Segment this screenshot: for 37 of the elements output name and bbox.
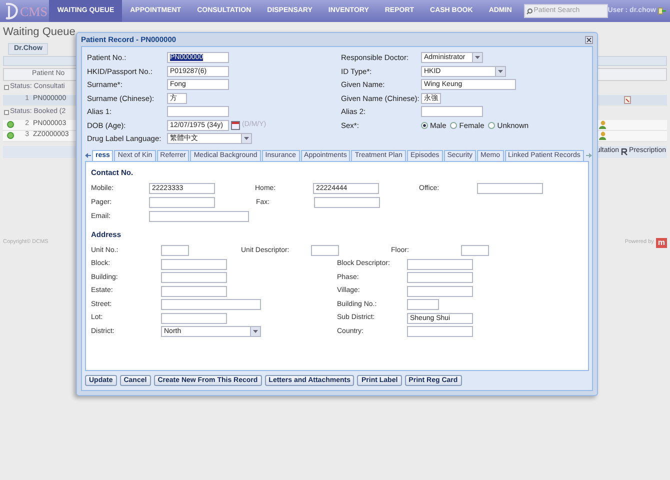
- logout-icon[interactable]: [658, 7, 666, 15]
- note-icon[interactable]: [624, 96, 631, 104]
- input-field[interactable]: [161, 258, 227, 270]
- caret-icon: [474, 54, 481, 62]
- input-field[interactable]: [314, 197, 380, 208]
- logo-mark-icon: [4, 2, 20, 20]
- input-field[interactable]: [161, 286, 227, 297]
- input-field[interactable]: [407, 286, 473, 297]
- prescription-icon: [621, 148, 628, 156]
- logo-text: CMS: [20, 4, 48, 18]
- input-field[interactable]: [149, 211, 249, 222]
- caret-icon: [252, 328, 259, 336]
- input-field[interactable]: [407, 326, 473, 338]
- search-icon: [526, 8, 533, 15]
- calendar-icon[interactable]: [231, 120, 240, 130]
- input-field[interactable]: [167, 106, 229, 118]
- input-field[interactable]: [421, 106, 483, 118]
- input-field[interactable]: [161, 245, 189, 256]
- input-field[interactable]: [161, 312, 227, 324]
- input-field[interactable]: [161, 272, 227, 284]
- collapse-icon[interactable]: [4, 110, 9, 115]
- brand-logo: m: [656, 238, 667, 248]
- page-title: Waiting Queue: [3, 25, 76, 40]
- input-field[interactable]: [477, 183, 543, 194]
- input-field[interactable]: [161, 299, 261, 310]
- input-field[interactable]: [311, 245, 339, 256]
- caret-icon: [497, 68, 504, 75]
- collapse-icon[interactable]: [4, 85, 9, 90]
- close-icon[interactable]: [585, 36, 593, 44]
- input-field[interactable]: [407, 299, 439, 310]
- person-icon[interactable]: [598, 131, 607, 140]
- input-field[interactable]: [149, 197, 215, 208]
- caret-icon: [243, 135, 250, 142]
- input-field[interactable]: [407, 272, 473, 284]
- person-icon[interactable]: [598, 120, 607, 129]
- input-field[interactable]: [407, 258, 473, 270]
- input-field[interactable]: [461, 245, 489, 256]
